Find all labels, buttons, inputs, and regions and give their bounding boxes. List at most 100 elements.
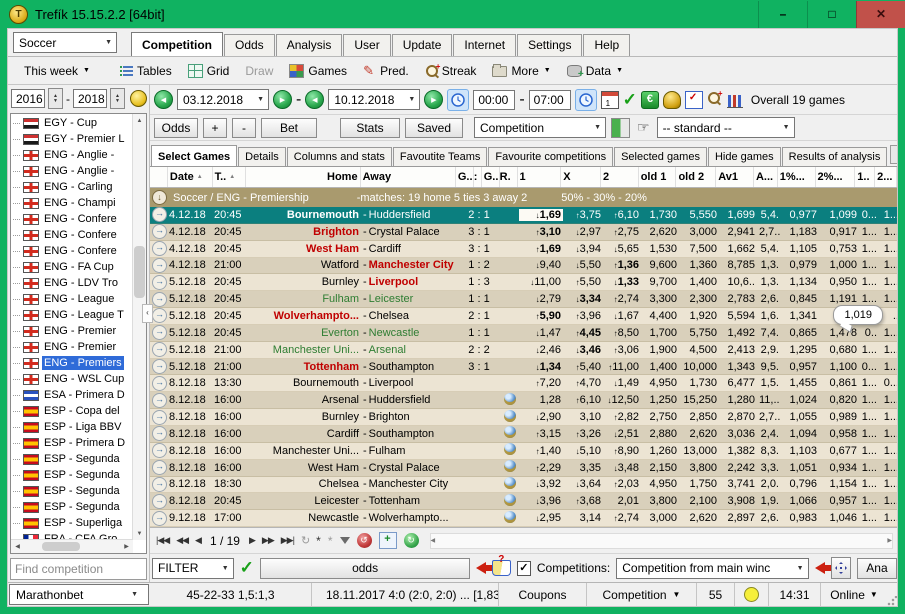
checklist-icon[interactable] (685, 91, 703, 109)
column-header-[interactable]: : (474, 167, 482, 187)
column-header-old-2[interactable]: old 2 (676, 167, 716, 187)
filter-funnel-icon[interactable] (340, 537, 350, 544)
competitions-source-select[interactable]: Competition from main winc ▼ (616, 558, 808, 579)
sidebar-collapse-button[interactable]: ‹ (142, 304, 153, 323)
column-header-a[interactable]: A... (754, 167, 778, 187)
time-from-clock-icon[interactable] (447, 89, 469, 111)
sidebar-item-esp-primera-d[interactable]: ESP - Primera D (13, 435, 132, 451)
expand-row-icon[interactable]: → (152, 477, 167, 492)
tab-select-games[interactable]: Select Games (151, 145, 237, 166)
scroll-left-icon[interactable]: ◀ (431, 537, 436, 544)
resize-grip[interactable] (887, 596, 897, 606)
competitions-checkbox[interactable]: ✓ (517, 561, 531, 576)
action-button-saved[interactable]: Saved (405, 118, 463, 138)
online-status-menu[interactable]: Online ▼ (821, 583, 887, 606)
menu-tab-settings[interactable]: Settings (517, 34, 582, 56)
sidebar-item-eng-confere[interactable]: ENG - Confere (13, 211, 132, 227)
tab-details[interactable]: Details (238, 147, 286, 166)
game-row[interactable]: →8.12.1813:30Bournemouth- Liverpool↑7,20… (150, 375, 897, 392)
menu-tab-user[interactable]: User (343, 34, 390, 56)
game-row[interactable]: →5.12.1821:00Manchester Uni...- Arsenal2… (150, 342, 897, 359)
coupons-button[interactable]: Coupons (499, 583, 587, 606)
scroll-right-icon[interactable]: ▶ (887, 537, 892, 544)
game-row[interactable]: →8.12.1820:45Leicester- Tottenham↓3,96↑3… (150, 493, 897, 510)
close-button[interactable]: ✕ (856, 1, 905, 28)
refresh-green-icon[interactable]: ↻ (404, 533, 419, 548)
game-row[interactable]: →8.12.1816:00Burnley- Brighton↓2,903,10↑… (150, 409, 897, 426)
game-row[interactable]: →5.12.1820:45Wolverhampto...- Chelsea2 :… (150, 308, 897, 325)
maximize-button[interactable]: □ (807, 1, 856, 28)
menu-tab-analysis[interactable]: Analysis (276, 34, 343, 56)
tab-results-of-analysis[interactable]: Results of analysis (782, 147, 888, 166)
column-header-old-1[interactable]: old 1 (639, 167, 677, 187)
filter-select[interactable]: FILTER ▼ (152, 558, 234, 579)
game-row[interactable]: →5.12.1820:45Burnley- Liverpool1 : 3↓11,… (150, 274, 897, 291)
game-row[interactable]: →8.12.1816:00West Ham- Crystal Palace↑2,… (150, 460, 897, 477)
game-row[interactable]: →4.12.1820:45Bournemouth- Huddersfield2 … (150, 207, 897, 224)
column-header-av1[interactable]: Av1 (716, 167, 754, 187)
expand-row-icon[interactable]: → (152, 207, 167, 222)
red-arrow-left-icon[interactable] (815, 562, 825, 574)
sidebar-item-egy-premier-l[interactable]: EGY - Premier L (13, 131, 132, 147)
expand-row-icon[interactable]: → (152, 292, 167, 307)
game-row[interactable]: →4.12.1820:45Brighton- Crystal Palace3 :… (150, 224, 897, 241)
column-header-2[interactable]: 2%... (816, 167, 856, 187)
game-row[interactable]: →4.12.1821:00Watford- Manchester City1 :… (150, 258, 897, 275)
last-page-button[interactable]: ▶▶| (281, 535, 294, 546)
column-header-g[interactable]: G.. (482, 167, 500, 187)
expand-row-icon[interactable]: → (152, 275, 167, 290)
minimize-button[interactable]: – (758, 1, 807, 28)
sidebar-item-esp-superliga[interactable]: ESP - Superliga (13, 515, 132, 531)
game-row[interactable]: →5.12.1820:45Everton- Newcastle1 : 1↓1,4… (150, 325, 897, 342)
sidebar-item-eng-premier[interactable]: ENG - Premier (13, 323, 132, 339)
date-from-select[interactable]: 03.12.2018 ▼ (177, 89, 269, 110)
game-row[interactable]: →8.12.1816:00Cardiff- Southampton↑3,15↑3… (150, 426, 897, 443)
scroll-right-icon[interactable]: ▶ (120, 543, 133, 550)
tab-selected-games[interactable]: Selected games (614, 147, 707, 166)
scroll-down-icon[interactable]: ▼ (133, 527, 146, 540)
sidebar-item-esp-segunda[interactable]: ESP - Segunda (13, 483, 132, 499)
sidebar-item-eng-confere[interactable]: ENG - Confere (13, 227, 132, 243)
expand-row-icon[interactable]: → (152, 393, 167, 408)
tabs-scroll-left-button[interactable]: ‹ (890, 145, 897, 164)
scroll-up-icon[interactable]: ▲ (133, 114, 146, 127)
sidebar-item-esa-primera-d[interactable]: ESA - Primera D (13, 387, 132, 403)
first-page-button[interactable]: |◀◀ (156, 535, 169, 546)
sidebar-item-esp-segunda[interactable]: ESP - Segunda (13, 451, 132, 467)
sidebar-item-eng-anglie[interactable]: ENG - Anglie - (13, 147, 132, 163)
sidebar-item-esp-copa-del[interactable]: ESP - Copa del (13, 403, 132, 419)
action-button-[interactable]: - (232, 118, 256, 138)
column-header-r[interactable]: R. (500, 167, 518, 187)
sidebar-item-esp-segunda[interactable]: ESP - Segunda (13, 467, 132, 483)
filter-apply-check-icon[interactable]: ✓ (240, 561, 254, 575)
tab-favourite-competitions[interactable]: Favourite competitions (488, 147, 613, 166)
date-to-next-icon[interactable]: ▶ (424, 90, 443, 109)
date-from-prev-icon[interactable]: ◀ (154, 90, 173, 109)
help-book-icon[interactable] (492, 560, 511, 576)
tab-columns-and-stats[interactable]: Columns and stats (287, 147, 392, 166)
expand-row-icon[interactable]: → (152, 308, 167, 323)
star-icon[interactable]: * (316, 534, 321, 548)
sidebar-item-eng-premiers[interactable]: ENG - Premiers (13, 355, 132, 371)
column-header-1[interactable]: 1.. (855, 167, 875, 187)
expand-row-icon[interactable]: → (152, 460, 167, 475)
next-fast-button[interactable]: ▶▶ (262, 535, 274, 546)
year-to-input[interactable]: 2018 (73, 89, 107, 108)
competition-status-menu[interactable]: Competition ▼ (587, 583, 697, 606)
group-row[interactable]: ↓ Soccer / ENG - Premiership -matches: 1… (150, 188, 897, 207)
game-row[interactable]: →8.12.1818:30Chelsea- Manchester City↓3,… (150, 477, 897, 494)
euro-icon[interactable]: € (641, 91, 659, 109)
column-header-1[interactable]: 1 (518, 167, 562, 187)
bookmaker-select[interactable]: Marathonbet ▼ (9, 584, 149, 605)
toolbar-button-streak[interactable]: Streak (425, 64, 477, 78)
sidebar-item-eng-fa-cup[interactable]: ENG - FA Cup (13, 259, 132, 275)
sidebar-item-eng-league-t[interactable]: ENG - League T (13, 307, 132, 323)
expand-row-icon[interactable]: → (152, 376, 167, 391)
sidebar-item-eng-carling[interactable]: ENG - Carling (13, 179, 132, 195)
magnifier-plus-icon[interactable] (707, 92, 723, 108)
competition-mode-select[interactable]: Competition ▼ (474, 117, 606, 138)
toolbar-button-pred[interactable]: Pred. (363, 64, 409, 78)
game-row[interactable]: →9.12.1817:00Newcastle- Wolverhampto...↓… (150, 510, 897, 527)
find-competition-input[interactable]: Find competition (10, 558, 147, 580)
table-horizontal-scrollbar[interactable]: ◀ ▶ (430, 533, 894, 549)
